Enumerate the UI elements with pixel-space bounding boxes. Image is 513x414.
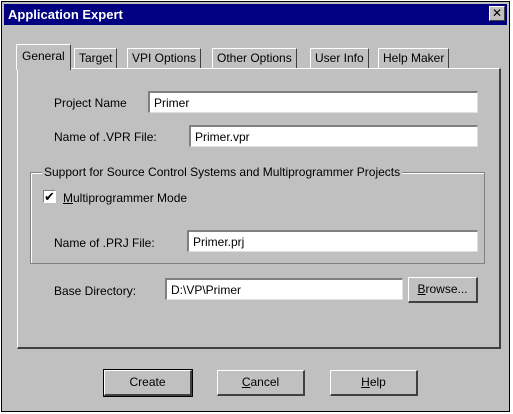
prj-file-input[interactable]: Primer.prj (187, 230, 478, 252)
window-title: Application Expert (8, 7, 123, 22)
base-directory-label: Base Directory: (54, 284, 137, 298)
vpr-file-label: Name of .VPR File: (54, 130, 157, 144)
multiprogrammer-checkbox[interactable]: ✔ (43, 190, 56, 203)
tab-general[interactable]: General (16, 44, 71, 70)
base-directory-input[interactable]: D:\VP\Primer (165, 278, 403, 300)
multiprogrammer-label[interactable]: Multiprogrammer Mode (63, 191, 187, 205)
tab-user-info[interactable]: User Info (310, 48, 369, 68)
multiprogrammer-label-text: ultiprogrammer Mode (73, 191, 188, 205)
source-control-group-title: Support for Source Control Systems and M… (42, 165, 403, 179)
tab-target[interactable]: Target (74, 48, 118, 68)
cancel-button[interactable]: Cancel (217, 370, 305, 396)
project-name-input[interactable]: Primer (148, 91, 478, 113)
help-button[interactable]: Help (330, 370, 418, 396)
vpr-file-input[interactable]: Primer.vpr (189, 125, 478, 147)
tab-help-maker[interactable]: Help Maker (378, 48, 450, 68)
title-bar: Application Expert ✕ (4, 4, 507, 25)
close-icon[interactable]: ✕ (489, 6, 505, 21)
project-name-label: Project Name (54, 96, 127, 110)
browse-button[interactable]: Browse... (408, 277, 478, 303)
tab-vpi-options[interactable]: VPI Options (127, 48, 202, 68)
tab-other-options[interactable]: Other Options (212, 48, 297, 68)
prj-file-label: Name of .PRJ File: (54, 236, 155, 250)
create-button[interactable]: Create (103, 369, 193, 397)
